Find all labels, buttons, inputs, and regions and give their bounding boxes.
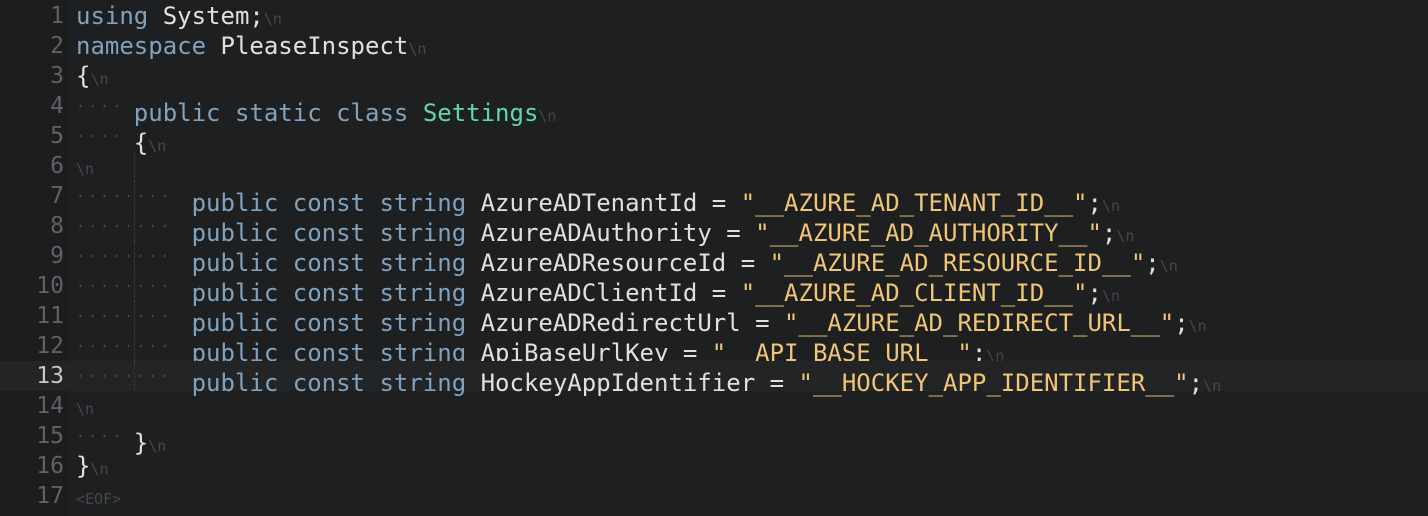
- eol-marker: \n: [76, 400, 95, 418]
- line-content: ········ public const string AzureADRedir…: [76, 301, 1207, 337]
- line-content: ···· {\n: [76, 121, 166, 157]
- line-content: ········ public const string HockeyAppIde…: [76, 361, 1221, 397]
- line-content: ········ public const string AzureADTenan…: [76, 181, 1120, 217]
- line-content: {\n: [76, 61, 109, 91]
- code-token: namespace: [76, 32, 207, 60]
- line-content: ········ public const string AzureADClien…: [76, 271, 1120, 307]
- code-line[interactable]: 1 using System;\n: [0, 1, 1428, 31]
- code-line[interactable]: 5 ···· {\n: [0, 121, 1428, 157]
- whitespace-dots: ····: [76, 97, 125, 115]
- line-number: 2: [50, 33, 64, 59]
- line-content: \n: [76, 151, 94, 181]
- line-number: 5: [50, 123, 64, 149]
- line-number: 17: [36, 483, 64, 509]
- code-line[interactable]: 11 ········ public const string AzureADRed…: [0, 301, 1428, 337]
- line-number: 16: [36, 453, 64, 479]
- eof-marker: <EOF>: [76, 490, 122, 508]
- line-number: 1: [50, 3, 64, 29]
- indent-guide: [133, 151, 135, 181]
- line-content: namespace PleaseInspect\n: [76, 31, 426, 61]
- line-number: 10: [36, 273, 64, 299]
- indent-guide: [133, 181, 135, 211]
- indent-guide: [133, 301, 135, 331]
- line-number: 6: [50, 153, 64, 179]
- line-number: 15: [36, 423, 64, 449]
- line-number: 3: [50, 63, 64, 89]
- eol-marker: \n: [263, 10, 282, 28]
- whitespace-dots: ····: [76, 427, 125, 445]
- code-line[interactable]: 2 namespace PleaseInspect\n: [0, 31, 1428, 61]
- code-token: {: [76, 62, 91, 90]
- line-number: 11: [36, 303, 64, 329]
- code-token: }: [76, 452, 91, 480]
- code-line[interactable]: 13 ········ public const string HockeyAppI…: [0, 361, 1428, 397]
- indent-guide: [133, 331, 135, 361]
- code-line[interactable]: 7 ········ public const string AzureADTena…: [0, 181, 1428, 217]
- code-line[interactable]: 10 ········ public const string AzureADCli…: [0, 271, 1428, 307]
- line-number: 4: [50, 93, 64, 119]
- indent-guide: [133, 241, 135, 271]
- line-content: ········ public const string AzureADAutho…: [76, 211, 1134, 247]
- line-number: 9: [50, 243, 64, 269]
- code-line[interactable]: 8 ········ public const string AzureADAuth…: [0, 211, 1428, 247]
- line-number: 14: [36, 393, 64, 419]
- whitespace-dots: ····: [76, 127, 125, 145]
- code-line[interactable]: 14 \n: [0, 391, 1428, 421]
- indent-guide: [133, 271, 135, 301]
- code-line[interactable]: 3 {\n: [0, 61, 1428, 91]
- code-line[interactable]: 17 <EOF>: [0, 481, 1428, 511]
- line-number: 8: [50, 213, 64, 239]
- line-number: 13: [36, 363, 64, 389]
- code-line[interactable]: 15 ····}\n: [0, 421, 1428, 457]
- code-editor[interactable]: 1 using System;\n 2 namespace PleaseInspect…: [0, 0, 1428, 516]
- eol-marker: \n: [90, 460, 109, 478]
- eol-marker: \n: [408, 40, 427, 58]
- code-token: System;: [148, 2, 264, 30]
- code-token: using: [76, 2, 149, 30]
- indent-guide: [133, 211, 135, 241]
- code-area[interactable]: 1 using System;\n 2 namespace PleaseInspect…: [0, 0, 1428, 516]
- code-line[interactable]: 16}\n: [0, 451, 1428, 481]
- code-token: PleaseInspect: [206, 32, 409, 60]
- line-content: ····}\n: [76, 421, 166, 457]
- line-content: ········ public const string AzureADResou…: [76, 241, 1178, 277]
- line-number: 7: [50, 183, 64, 209]
- code-line[interactable]: 12 ········ public const string ApiBaseUrl…: [0, 331, 1428, 367]
- line-content: <EOF>: [76, 481, 121, 511]
- indent-guide: [133, 361, 135, 391]
- eol-marker: \n: [90, 70, 109, 88]
- eol-marker: \n: [76, 160, 95, 178]
- line-content: ········ public const string ApiBaseUrlKe…: [76, 331, 1004, 367]
- line-content: }\n: [76, 451, 109, 481]
- code-line[interactable]: 4 ···· public static class Settings\n: [0, 91, 1428, 127]
- line-number: 12: [36, 333, 64, 359]
- line-content: ···· public static class Settings\n: [76, 91, 556, 127]
- line-content: \n: [76, 391, 94, 421]
- code-line[interactable]: 6 \n: [0, 151, 1428, 181]
- code-line[interactable]: 9 ········ public const string AzureADReso…: [0, 241, 1428, 277]
- line-content: using System;\n: [76, 1, 282, 31]
